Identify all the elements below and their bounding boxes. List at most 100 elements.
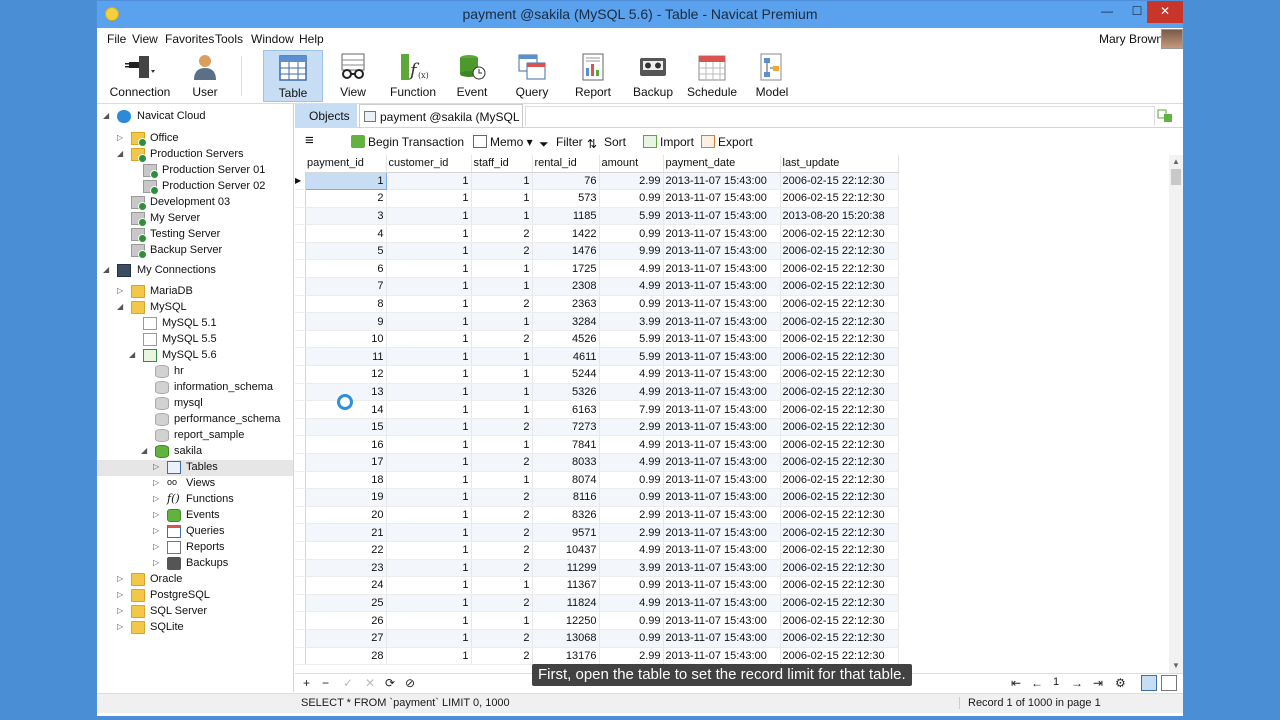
tree-item-information-schema[interactable]: information_schema	[97, 380, 293, 396]
tree-item-backups[interactable]: ▷ Backups	[97, 556, 293, 572]
table-cell[interactable]: 2.99	[599, 418, 664, 437]
previous-page-button[interactable]: ←	[1031, 676, 1043, 690]
tree-item-my-connections[interactable]: ◢ My Connections	[97, 263, 293, 279]
tree-item-production-server-01[interactable]: Production Server 01	[97, 163, 293, 179]
table-cell[interactable]: 1	[386, 383, 472, 402]
row-indicator[interactable]	[295, 189, 306, 208]
table-cell[interactable]: 0.99	[599, 295, 664, 314]
discard-changes-button[interactable]: ✕	[365, 676, 375, 690]
table-cell[interactable]: 2	[471, 330, 533, 349]
scrollbar-thumb[interactable]	[1171, 169, 1181, 185]
sort-button[interactable]: ⇅ Sort	[587, 135, 626, 151]
table-cell[interactable]: 1	[386, 629, 472, 648]
vertical-scrollbar[interactable]: ▲ ▼	[1169, 155, 1183, 673]
table-cell[interactable]: 1	[386, 224, 472, 243]
row-indicator[interactable]	[295, 207, 306, 226]
table-row[interactable]: 25 1 2 11824 4.99 2013-11-07 15:43:00 2006-02-…	[295, 594, 899, 613]
table-button[interactable]: Table	[263, 50, 323, 102]
collapsed-arrow-icon[interactable]: ▷	[153, 510, 161, 520]
table-cell[interactable]: 2006-02-15 22:12:30	[780, 576, 899, 595]
column-header[interactable]: last_update	[780, 155, 899, 173]
table-cell[interactable]: 12250	[532, 611, 600, 630]
table-row[interactable]: 26 1 1 12250 0.99 2013-11-07 15:43:00 2006-02-…	[295, 611, 899, 630]
table-row[interactable]: 19 1 2 8116 0.99 2013-11-07 15:43:00 2006-02-1…	[295, 488, 899, 507]
row-indicator[interactable]	[295, 400, 306, 419]
table-cell[interactable]: 0.99	[599, 629, 664, 648]
row-indicator[interactable]	[295, 453, 306, 472]
table-cell[interactable]: 2013-11-07 15:43:00	[663, 559, 781, 578]
table-row[interactable]: 2 1 1 573 0.99 2013-11-07 15:43:00 2006-02-15 …	[295, 189, 899, 208]
table-cell[interactable]: 2013-11-07 15:43:00	[663, 611, 781, 630]
tree-item-mysql-51[interactable]: MySQL 5.1	[97, 316, 293, 332]
table-cell[interactable]: 2.99	[599, 523, 664, 542]
table-cell[interactable]: 2006-02-15 22:12:30	[780, 242, 899, 261]
table-cell[interactable]: 2	[471, 453, 533, 472]
table-cell[interactable]: 2013-08-20 15:20:38	[780, 207, 899, 226]
schedule-button[interactable]: Schedule	[687, 50, 737, 102]
collapsed-arrow-icon[interactable]: ▷	[117, 574, 125, 584]
tree-item-office[interactable]: ▷ Office	[97, 131, 293, 147]
table-cell[interactable]: 2013-11-07 15:43:00	[663, 312, 781, 331]
table-cell[interactable]: 1	[471, 277, 533, 296]
row-indicator[interactable]	[295, 259, 306, 279]
row-indicator[interactable]	[295, 242, 306, 261]
column-header[interactable]: amount	[599, 155, 664, 173]
table-cell[interactable]: 2013-11-07 15:43:00	[663, 471, 781, 490]
tree-item-hr[interactable]: hr	[97, 364, 293, 380]
table-cell[interactable]: 10437	[532, 541, 600, 560]
table-cell[interactable]: 2013-11-07 15:43:00	[663, 172, 781, 191]
table-cell[interactable]: 2013-11-07 15:43:00	[663, 506, 781, 525]
expanded-arrow-icon[interactable]: ◢	[117, 302, 125, 312]
table-cell[interactable]: 2006-02-15 22:12:30	[780, 523, 899, 542]
table-cell[interactable]: 2013-11-07 15:43:00	[663, 647, 781, 665]
table-cell[interactable]: 76	[532, 172, 600, 191]
filter-button[interactable]: ⏷ Filter	[539, 135, 583, 151]
table-cell[interactable]: 0.99	[599, 224, 664, 243]
collapsed-arrow-icon[interactable]: ▷	[153, 558, 161, 568]
table-cell[interactable]: 2013-11-07 15:43:00	[663, 189, 781, 208]
tree-item-production-servers[interactable]: ◢ Production Servers	[97, 147, 293, 163]
collapsed-arrow-icon[interactable]: ▷	[153, 478, 161, 488]
table-cell[interactable]: 2006-02-15 22:12:30	[780, 365, 899, 384]
table-cell[interactable]: 28	[305, 647, 387, 665]
table-cell[interactable]: 1	[386, 471, 472, 490]
table-cell[interactable]: 13068	[532, 629, 600, 648]
table-cell[interactable]: 1	[471, 400, 533, 419]
table-row[interactable]: 24 1 1 11367 0.99 2013-11-07 15:43:00 2006-02-…	[295, 576, 899, 595]
row-indicator[interactable]	[295, 541, 306, 560]
table-row[interactable]: 9 1 1 3284 3.99 2013-11-07 15:43:00 2006-02-15…	[295, 312, 899, 331]
table-row[interactable]: 28 1 2 13176 2.99 2013-11-07 15:43:00 2006-02-…	[295, 647, 899, 665]
table-cell[interactable]: 2013-11-07 15:43:00	[663, 224, 781, 243]
table-cell[interactable]: 1	[304, 171, 387, 191]
table-cell[interactable]: 1725	[532, 259, 600, 279]
table-row[interactable]: 7 1 1 2308 4.99 2013-11-07 15:43:00 2006-02-15…	[295, 277, 899, 296]
row-indicator[interactable]	[295, 523, 306, 542]
table-cell[interactable]: 0.99	[599, 576, 664, 595]
table-cell[interactable]: 2006-02-15 22:12:30	[780, 347, 899, 367]
row-indicator[interactable]	[295, 576, 306, 595]
table-cell[interactable]: 1	[471, 347, 533, 367]
table-cell[interactable]: 1	[386, 312, 472, 331]
table-cell[interactable]: 26	[305, 611, 387, 630]
tree-item-production-server-02[interactable]: Production Server 02	[97, 179, 293, 195]
table-cell[interactable]: 2.99	[599, 172, 664, 191]
table-cell[interactable]: 13176	[532, 647, 600, 665]
tree-item-tables[interactable]: ▷ Tables	[97, 460, 293, 476]
row-indicator[interactable]	[295, 594, 306, 613]
table-cell[interactable]: 2006-02-15 22:12:30	[780, 488, 899, 507]
table-cell[interactable]: 2013-11-07 15:43:00	[663, 594, 781, 613]
collapsed-arrow-icon[interactable]: ▷	[153, 494, 161, 504]
tree-item-queries[interactable]: ▷ Queries	[97, 524, 293, 540]
table-cell[interactable]: 2006-02-15 22:12:30	[780, 594, 899, 613]
table-cell[interactable]: 2013-11-07 15:43:00	[663, 435, 781, 454]
table-cell[interactable]: 2.99	[599, 506, 664, 525]
table-cell[interactable]: 4.99	[599, 435, 664, 454]
table-cell[interactable]: 2013-11-07 15:43:00	[663, 523, 781, 542]
table-cell[interactable]: 5326	[532, 383, 600, 402]
table-cell[interactable]: 11367	[532, 576, 600, 595]
table-cell[interactable]: 2	[471, 541, 533, 560]
table-cell[interactable]: 3.99	[599, 559, 664, 578]
table-cell[interactable]: 0.99	[599, 488, 664, 507]
table-cell[interactable]: 1	[386, 611, 472, 630]
next-page-button[interactable]: →	[1071, 676, 1083, 690]
